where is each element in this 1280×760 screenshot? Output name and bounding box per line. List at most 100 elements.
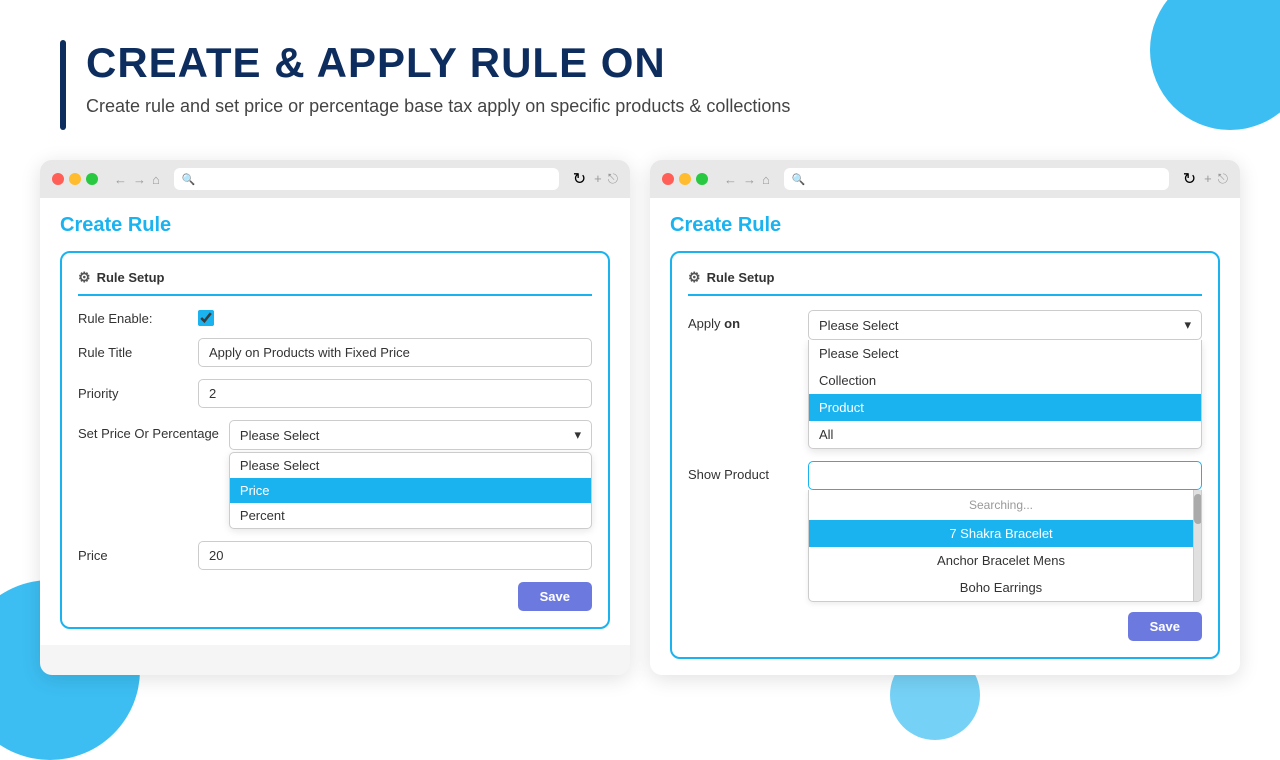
product-item-anchor-bracelet[interactable]: Anchor Bracelet Mens [809, 547, 1193, 574]
rule-title-row: Rule Title [78, 338, 592, 367]
right-browser-toolbar: ← → ⌂ 🔍 ↻ + ⎋ [650, 160, 1240, 198]
product-list-inner: Searching... 7 Shakra Bracelet Anchor Br… [809, 490, 1193, 601]
right-search-icon: 🔍 [792, 173, 806, 186]
right-browser-content: Create Rule ⚙ Rule Setup Apply on Please… [650, 198, 1240, 675]
set-price-selected: Please Select [240, 428, 320, 443]
home-icon[interactable]: ⌂ [152, 172, 160, 187]
left-form-card: ⚙ Rule Setup Rule Enable: Rule Title Pri… [60, 251, 610, 629]
right-refresh-icon[interactable]: ↻ [1183, 169, 1196, 189]
rule-title-label: Rule Title [78, 345, 188, 360]
right-create-rule-title: Create Rule [670, 214, 1220, 237]
right-dot-yellow[interactable] [679, 173, 691, 185]
plus-icon[interactable]: + [594, 171, 602, 187]
right-save-wrapper: Save [688, 612, 1202, 641]
apply-on-label: Apply on [688, 310, 798, 331]
left-browser-window: ← → ⌂ 🔍 ↻ + ⎋ Create Rule ⚙ Rule Setup [40, 160, 630, 675]
product-searching-text: Searching... [809, 490, 1193, 520]
right-address-bar[interactable]: 🔍 [784, 168, 1169, 190]
right-plus-icon[interactable]: + [1204, 171, 1212, 187]
scrollbar-thumb [1194, 494, 1202, 524]
dot-green[interactable] [86, 173, 98, 185]
price-row: Price [78, 541, 592, 570]
set-price-dropdown-wrapper: Please Select ▾ Please Select Price Perc… [229, 420, 592, 529]
right-browser-actions: + ⎋ [1204, 171, 1228, 187]
page-subtitle: Create rule and set price or percentage … [86, 96, 790, 117]
product-search-input[interactable] [808, 461, 1202, 490]
share-icon[interactable]: ⎋ [608, 171, 618, 187]
apply-on-selected-text: Please Select [819, 318, 899, 333]
set-price-arrow-icon: ▾ [574, 427, 581, 443]
page-title: CREATE & APPLY RULE ON [86, 40, 790, 86]
dropdown-option-price[interactable]: Price [230, 478, 591, 503]
product-list-container: Searching... 7 Shakra Bracelet Anchor Br… [808, 490, 1202, 602]
dropdown-option-please-select[interactable]: Please Select [230, 453, 591, 478]
set-price-row: Set Price Or Percentage Please Select ▾ … [78, 420, 592, 529]
gear-icon: ⚙ [78, 269, 91, 286]
price-input[interactable] [198, 541, 592, 570]
show-product-row: Show Product Searching... 7 Shakra Brace… [688, 461, 1202, 602]
left-window-dots [52, 173, 98, 185]
left-browser-nav: ← → ⌂ [114, 172, 160, 187]
show-product-label: Show Product [688, 461, 798, 482]
right-save-button[interactable]: Save [1128, 612, 1202, 641]
left-save-button[interactable]: Save [518, 582, 592, 611]
rule-enable-label: Rule Enable: [78, 311, 188, 326]
right-rule-setup-header: ⚙ Rule Setup [688, 269, 1202, 296]
right-browser-window: ← → ⌂ 🔍 ↻ + ⎋ Create Rule ⚙ Rule Setup [650, 160, 1240, 675]
forward-icon[interactable]: → [133, 172, 146, 187]
left-address-bar[interactable]: 🔍 [174, 168, 559, 190]
dropdown-option-percent[interactable]: Percent [230, 503, 591, 528]
left-browser-content: Create Rule ⚙ Rule Setup Rule Enable: Ru… [40, 198, 630, 645]
right-form-card: ⚙ Rule Setup Apply on Please Select ▾ Pl… [670, 251, 1220, 659]
right-home-icon[interactable]: ⌂ [762, 172, 770, 187]
rule-enable-checkbox[interactable] [198, 310, 214, 326]
left-browser-toolbar: ← → ⌂ 🔍 ↻ + ⎋ [40, 160, 630, 198]
back-icon[interactable]: ← [114, 172, 127, 187]
right-forward-icon[interactable]: → [743, 172, 756, 187]
rule-title-input[interactable] [198, 338, 592, 367]
set-price-dropdown-container: Please Select ▾ Please Select Price Perc… [229, 420, 592, 529]
windows-container: ← → ⌂ 🔍 ↻ + ⎋ Create Rule ⚙ Rule Setup [0, 160, 1280, 675]
left-browser-actions: + ⎋ [594, 171, 618, 187]
product-item-boho-earrings[interactable]: Boho Earrings [809, 574, 1193, 601]
right-dot-green[interactable] [696, 173, 708, 185]
set-price-dropdown-trigger[interactable]: Please Select ▾ [229, 420, 592, 450]
product-item-7-shakra[interactable]: 7 Shakra Bracelet [809, 520, 1193, 547]
apply-on-option-product[interactable]: Product [809, 394, 1201, 421]
refresh-icon[interactable]: ↻ [573, 169, 586, 189]
search-icon: 🔍 [182, 173, 196, 186]
product-list-scrollbar[interactable] [1193, 490, 1201, 601]
header-accent-bar [60, 40, 66, 130]
dot-yellow[interactable] [69, 173, 81, 185]
set-price-label: Set Price Or Percentage [78, 420, 219, 441]
left-save-wrapper: Save [78, 582, 592, 611]
apply-on-dropdown-trigger[interactable]: Please Select ▾ [808, 310, 1202, 340]
apply-on-option-all[interactable]: All [809, 421, 1201, 448]
rule-enable-row: Rule Enable: [78, 310, 592, 326]
dot-red[interactable] [52, 173, 64, 185]
header-section: CREATE & APPLY RULE ON Create rule and s… [0, 0, 1280, 150]
right-back-icon[interactable]: ← [724, 172, 737, 187]
right-dot-red[interactable] [662, 173, 674, 185]
apply-on-row: Apply on Please Select ▾ Please Select C… [688, 310, 1202, 449]
right-browser-nav: ← → ⌂ [724, 172, 770, 187]
set-price-dropdown-list: Please Select Price Percent [229, 452, 592, 529]
show-product-area: Searching... 7 Shakra Bracelet Anchor Br… [808, 461, 1202, 602]
left-rule-setup-header: ⚙ Rule Setup [78, 269, 592, 296]
priority-row: Priority [78, 379, 592, 408]
right-rule-setup-label: Rule Setup [707, 270, 775, 285]
header-text-block: CREATE & APPLY RULE ON Create rule and s… [86, 40, 790, 117]
right-share-icon[interactable]: ⎋ [1218, 171, 1228, 187]
apply-on-dropdown-area: Please Select ▾ Please Select Collection… [808, 310, 1202, 449]
priority-label: Priority [78, 386, 188, 401]
apply-on-option-please-select[interactable]: Please Select [809, 340, 1201, 367]
priority-input[interactable] [198, 379, 592, 408]
price-label: Price [78, 548, 188, 563]
right-window-dots [662, 173, 708, 185]
apply-on-option-collection[interactable]: Collection [809, 367, 1201, 394]
apply-on-options-list: Please Select Collection Product All [808, 340, 1202, 449]
right-gear-icon: ⚙ [688, 269, 701, 286]
apply-on-arrow-icon: ▾ [1184, 317, 1191, 333]
rule-setup-label: Rule Setup [97, 270, 165, 285]
left-create-rule-title: Create Rule [60, 214, 610, 237]
